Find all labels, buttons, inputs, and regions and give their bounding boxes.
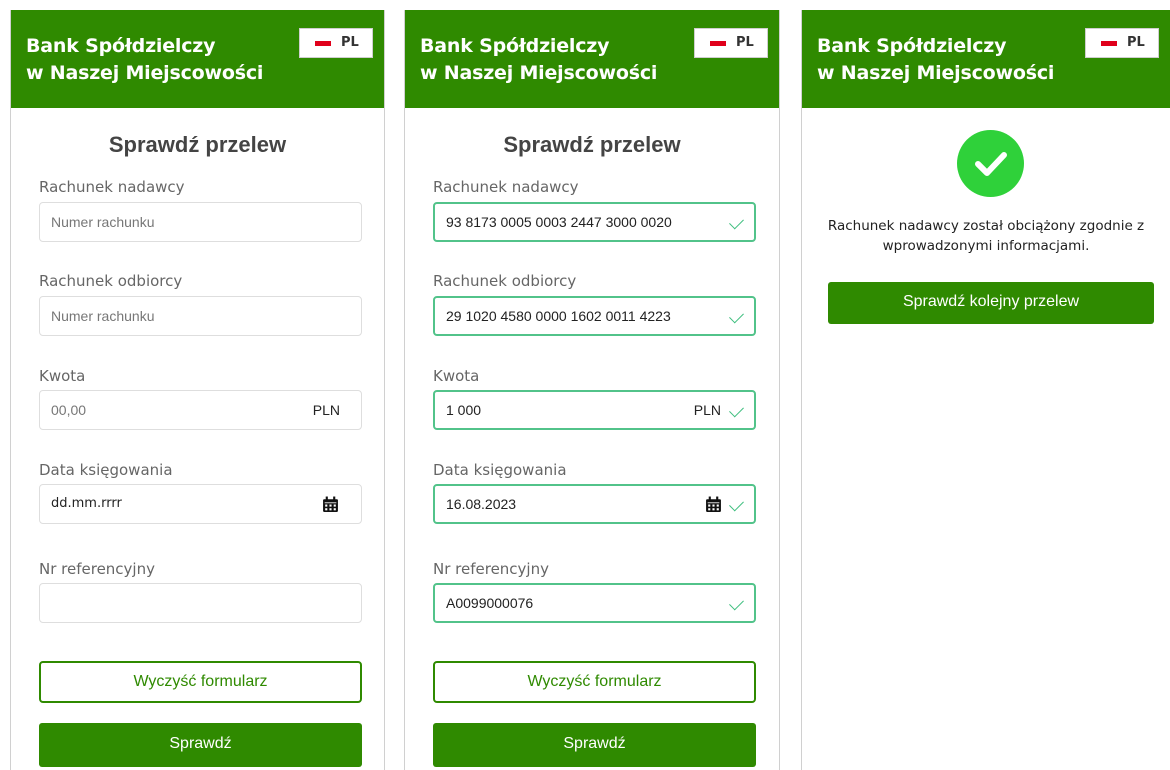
- bank-name-line2: w Naszej Miejscowości: [817, 62, 1055, 84]
- header: Bank Spółdzielczy w Naszej Miejscowości …: [802, 10, 1170, 108]
- bank-name: Bank Spółdzielczy w Naszej Miejscowości: [817, 33, 1054, 87]
- check-icon: [729, 595, 744, 611]
- sender-account-value: 93 8173 0005 0003 2447 3000 0020: [446, 214, 672, 230]
- check-button[interactable]: Sprawdź: [39, 723, 362, 767]
- check-icon: [729, 402, 744, 418]
- bank-name-line1: Bank Spółdzielczy: [26, 35, 216, 57]
- flag-icon: [710, 41, 726, 46]
- amount-value: 1 000: [446, 402, 482, 418]
- language-code: PL: [1127, 35, 1145, 50]
- currency-label: PLN: [312, 402, 340, 418]
- clear-form-button[interactable]: Wyczyść formularz: [39, 661, 362, 703]
- recipient-account-input[interactable]: 29 1020 4580 0000 1602 0011 4223: [433, 296, 756, 336]
- recipient-account-label: Rachunek odbiorcy: [433, 272, 577, 290]
- sender-account-placeholder: Numer rachunku: [51, 214, 155, 230]
- language-code: PL: [341, 35, 359, 50]
- recipient-account-label: Rachunek odbiorcy: [39, 272, 183, 290]
- booking-date-value: 16.08.2023: [446, 496, 517, 512]
- reference-label: Nr referencyjny: [39, 560, 155, 578]
- booking-date-placeholder: dd.mm.rrrr: [51, 496, 122, 511]
- amount-input[interactable]: 1 000 PLN: [433, 390, 756, 430]
- header: Bank Spółdzielczy w Naszej Miejscowości …: [405, 10, 779, 108]
- calendar-icon[interactable]: [705, 496, 722, 513]
- booking-date-input[interactable]: 16.08.2023: [433, 484, 756, 524]
- booking-date-label: Data księgowania: [39, 461, 173, 479]
- success-check-icon: [957, 130, 1024, 197]
- sender-account-input[interactable]: 93 8173 0005 0003 2447 3000 0020: [433, 202, 756, 242]
- check-icon: [729, 496, 744, 512]
- header: Bank Spółdzielczy w Naszej Miejscowości …: [11, 10, 384, 108]
- flag-icon: [1101, 41, 1117, 46]
- language-button[interactable]: PL: [299, 28, 373, 58]
- sender-account-label: Rachunek nadawcy: [433, 178, 579, 196]
- clear-form-button[interactable]: Wyczyść formularz: [433, 661, 756, 703]
- bank-name-line2: w Naszej Miejscowości: [420, 62, 658, 84]
- bank-name: Bank Spółdzielczy w Naszej Miejscowości: [26, 33, 263, 87]
- calendar-icon[interactable]: [322, 496, 339, 513]
- form-title: Sprawdź przelew: [503, 132, 681, 157]
- language-code: PL: [736, 35, 754, 50]
- amount-input[interactable]: 00,00 PLN: [39, 390, 362, 430]
- check-next-transfer-button[interactable]: Sprawdź kolejny przelew: [828, 282, 1154, 324]
- filled-form-panel: Bank Spółdzielczy w Naszej Miejscowości …: [404, 10, 780, 770]
- amount-label: Kwota: [433, 367, 480, 385]
- recipient-account-value: 29 1020 4580 0000 1602 0011 4223: [446, 308, 671, 324]
- form-title: Sprawdź przelew: [108, 132, 287, 157]
- sender-account-label: Rachunek nadawcy: [39, 178, 185, 196]
- result-panel: Bank Spółdzielczy w Naszej Miejscowości …: [801, 10, 1170, 770]
- check-icon: [729, 214, 744, 230]
- check-icon: [729, 308, 744, 324]
- bank-name: Bank Spółdzielczy w Naszej Miejscowości: [420, 33, 657, 87]
- amount-label: Kwota: [39, 367, 86, 385]
- recipient-account-placeholder: Numer rachunku: [51, 308, 155, 324]
- success-message: Rachunek nadawcy został obciążony zgodni…: [827, 218, 1145, 254]
- empty-form-panel: Bank Spółdzielczy w Naszej Miejscowości …: [10, 10, 385, 770]
- reference-label: Nr referencyjny: [433, 560, 549, 578]
- language-button[interactable]: PL: [1085, 28, 1159, 58]
- bank-name-line2: w Naszej Miejscowości: [26, 62, 264, 84]
- reference-input[interactable]: [39, 583, 362, 623]
- language-button[interactable]: PL: [694, 28, 768, 58]
- booking-date-input[interactable]: dd.mm.rrrr: [39, 484, 362, 524]
- reference-value: A0099000076: [446, 595, 534, 611]
- sender-account-input[interactable]: Numer rachunku: [39, 202, 362, 242]
- booking-date-label: Data księgowania: [433, 461, 567, 479]
- amount-placeholder: 00,00: [51, 402, 87, 418]
- currency-label: PLN: [693, 402, 721, 418]
- recipient-account-input[interactable]: Numer rachunku: [39, 296, 362, 336]
- bank-name-line1: Bank Spółdzielczy: [420, 35, 610, 57]
- reference-input[interactable]: A0099000076: [433, 583, 756, 623]
- bank-name-line1: Bank Spółdzielczy: [817, 35, 1007, 57]
- flag-icon: [315, 41, 331, 46]
- check-button[interactable]: Sprawdź: [433, 723, 756, 767]
